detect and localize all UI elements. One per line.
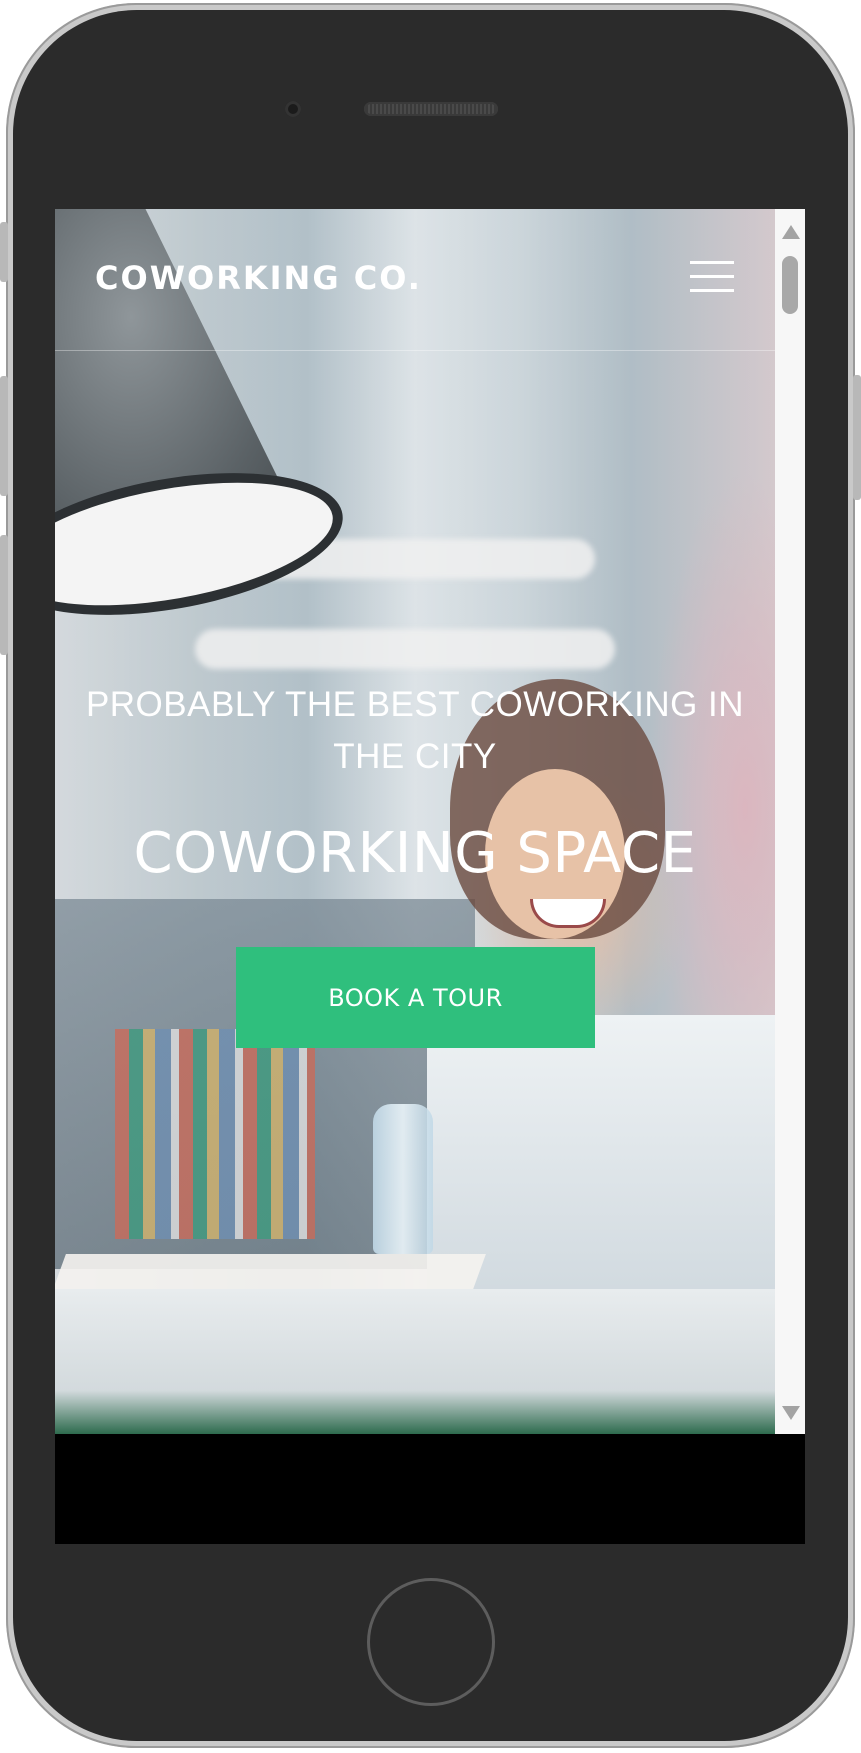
site-logo[interactable]: COWORKING CO. (95, 259, 422, 297)
hero-photo-books (115, 1029, 315, 1239)
site-header: COWORKING CO. (55, 209, 775, 351)
book-tour-button[interactable]: BOOK A TOUR (236, 947, 595, 1048)
menu-line (690, 289, 734, 292)
scroll-down-arrow-icon[interactable] (782, 1406, 800, 1420)
hero-title: COWORKING SPACE (133, 821, 697, 886)
hero-photo-bottle (373, 1104, 433, 1254)
hero-photo-light (195, 629, 615, 669)
scroll-up-arrow-icon[interactable] (782, 225, 800, 239)
hero-tagline: PROBABLY THE BEST COWORKING IN THE CITY (85, 685, 745, 776)
menu-line (690, 275, 734, 278)
volume-down-button (0, 535, 8, 655)
hamburger-menu-icon[interactable] (690, 261, 734, 295)
hero-section: COWORKING CO. PROBABLY THE BEST COWORKIN… (55, 209, 775, 1434)
speaker-grille-icon (364, 102, 498, 116)
power-button (853, 375, 861, 500)
menu-line (690, 261, 734, 264)
mute-switch (0, 222, 8, 282)
camera-icon (285, 101, 301, 117)
scrollbar[interactable] (775, 209, 805, 1434)
device-screen: COWORKING CO. PROBABLY THE BEST COWORKIN… (55, 209, 805, 1544)
scrollbar-thumb[interactable] (782, 256, 798, 314)
home-button-icon[interactable] (367, 1578, 495, 1706)
volume-up-button (0, 376, 8, 496)
hero-photo-desk (55, 1289, 775, 1434)
